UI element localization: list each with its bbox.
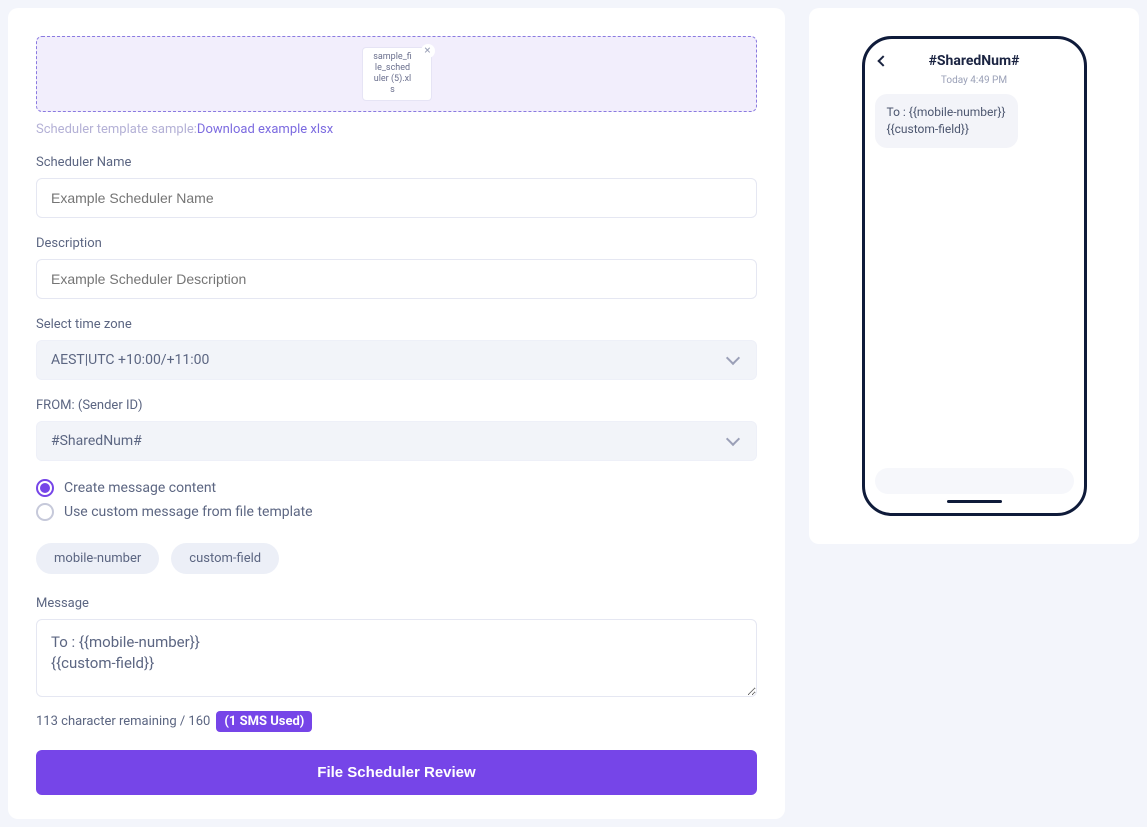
phone-timestamp: Today 4:49 PM [875, 75, 1074, 86]
chevron-down-icon [726, 432, 740, 446]
download-example-link[interactable]: Download example xlsx [197, 122, 333, 137]
back-icon [877, 55, 888, 66]
message-source-radios: Create message content Use custom messag… [36, 479, 757, 521]
home-indicator [947, 500, 1002, 503]
phone-preview: #SharedNum# Today 4:49 PM To : {{mobile-… [862, 36, 1087, 516]
counter-text: 113 character remaining / 160 [36, 714, 210, 729]
sms-used-badge: (1 SMS Used) [216, 711, 312, 732]
pill-mobile-number[interactable]: mobile-number [36, 543, 159, 574]
chevron-down-icon [726, 351, 740, 365]
description-label: Description [36, 236, 757, 251]
phone-input-bar [875, 468, 1074, 494]
uploaded-file-name: sample_file_scheduler (5).xls [373, 52, 412, 94]
message-label: Message [36, 596, 757, 611]
character-counter: 113 character remaining / 160 (1 SMS Use… [36, 711, 757, 732]
file-scheduler-review-button[interactable]: File Scheduler Review [36, 750, 757, 795]
description-input[interactable] [36, 259, 757, 299]
timezone-value: AEST|UTC +10:00/+11:00 [51, 352, 209, 368]
pill-custom-field[interactable]: custom-field [171, 543, 279, 574]
sender-select[interactable]: #SharedNum# [36, 421, 757, 461]
radio-create-label: Create message content [64, 480, 216, 496]
radio-file-label: Use custom message from file template [64, 504, 313, 520]
file-dropzone[interactable]: sample_file_scheduler (5).xls × [36, 36, 757, 112]
template-sample-prefix: Scheduler template sample: [36, 122, 197, 137]
phone-header: #SharedNum# [875, 53, 1074, 69]
phone-title: #SharedNum# [929, 53, 1020, 69]
merge-field-pills: mobile-number custom-field [36, 543, 757, 574]
preview-card: #SharedNum# Today 4:49 PM To : {{mobile-… [809, 8, 1139, 544]
remove-file-icon[interactable]: × [421, 44, 435, 58]
timezone-label: Select time zone [36, 317, 757, 332]
sender-value: #SharedNum# [51, 433, 142, 449]
radio-create-content[interactable]: Create message content [36, 479, 757, 497]
timezone-select[interactable]: AEST|UTC +10:00/+11:00 [36, 340, 757, 380]
radio-icon [36, 503, 54, 521]
template-sample-line: Scheduler template sample:Download examp… [36, 122, 757, 137]
message-bubble: To : {{mobile-number}} {{custom-field}} [875, 94, 1018, 148]
scheduler-name-label: Scheduler Name [36, 155, 757, 170]
radio-use-file-template[interactable]: Use custom message from file template [36, 503, 757, 521]
radio-icon [36, 479, 54, 497]
sender-label: FROM: (Sender ID) [36, 398, 757, 413]
message-textarea[interactable] [36, 619, 757, 697]
form-card: sample_file_scheduler (5).xls × Schedule… [8, 8, 785, 819]
uploaded-file-chip: sample_file_scheduler (5).xls × [362, 47, 432, 100]
scheduler-name-input[interactable] [36, 178, 757, 218]
